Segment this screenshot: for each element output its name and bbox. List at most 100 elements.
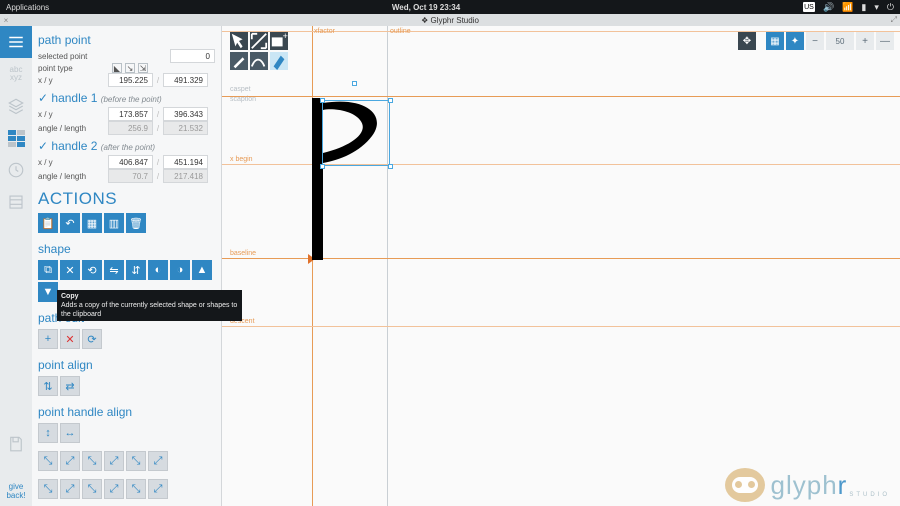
handle2-al-label: angle / length xyxy=(38,172,108,181)
pha-3[interactable]: ⤡ xyxy=(38,451,58,471)
layers-nav[interactable] xyxy=(0,90,32,122)
history-nav[interactable] xyxy=(0,154,32,186)
handle1-x-input[interactable]: 173.857 xyxy=(108,107,153,121)
tool-pen[interactable] xyxy=(230,52,248,70)
tool-newpath[interactable] xyxy=(250,52,268,70)
pointalign-h-button[interactable]: ⇄ xyxy=(60,376,80,396)
shape-header: shape xyxy=(38,242,215,256)
sel-handle-n[interactable] xyxy=(352,81,357,86)
glyphs-nav[interactable]: abcxyz xyxy=(0,58,32,90)
tooltip-title: Copy xyxy=(61,292,238,301)
pointalign-header: point align xyxy=(38,358,215,372)
pha-4[interactable]: ⤢ xyxy=(60,451,80,471)
sel-handle-ne[interactable] xyxy=(388,98,393,103)
canvas[interactable]: xfactor outline caspet scaption x begin … xyxy=(222,26,900,506)
os-clock: Wed, Oct 19 23:34 xyxy=(49,3,803,12)
zoom-in[interactable]: + xyxy=(856,32,874,50)
pointalign-v-button[interactable]: ⇅ xyxy=(38,376,58,396)
zoom-reset[interactable]: — xyxy=(876,32,894,50)
shape-rot1-button[interactable]: ◐ xyxy=(148,260,168,280)
handle2-x-input[interactable]: 406.847 xyxy=(108,155,153,169)
window-close-icon[interactable]: × xyxy=(0,16,12,25)
pha-9[interactable]: ⤡ xyxy=(38,479,58,499)
give-back-link[interactable]: give back! xyxy=(6,476,25,506)
pathedit-add-button[interactable]: + xyxy=(38,329,58,349)
volume-icon[interactable]: 🔊 xyxy=(823,2,834,13)
pha-2[interactable]: ↔ xyxy=(60,423,80,443)
handle2-length: 217.418 xyxy=(163,169,208,183)
handle1-checkbox[interactable]: ✓ xyxy=(38,91,48,105)
zoom-value[interactable]: 50 xyxy=(826,32,854,50)
handle2-checkbox[interactable]: ✓ xyxy=(38,139,48,153)
add-shape-button[interactable]: ▦ xyxy=(82,213,102,233)
pha-7[interactable]: ⤡ xyxy=(126,451,146,471)
power-icon[interactable]: ⏻ xyxy=(887,2,894,13)
pha-1[interactable]: ↕ xyxy=(38,423,58,443)
tool-resize[interactable] xyxy=(250,32,268,50)
handle2-xy-label: x / y xyxy=(38,158,108,167)
view-1to1[interactable]: ✦ xyxy=(786,32,804,50)
tooltip-body: Adds a copy of the currently selected sh… xyxy=(61,301,238,319)
tool-newrect[interactable]: + xyxy=(270,32,288,50)
save-nav[interactable] xyxy=(0,428,32,460)
handle2-y-input[interactable]: 451.194 xyxy=(163,155,208,169)
window-maximize-icon[interactable]: ⤢ xyxy=(888,15,900,25)
network-icon[interactable]: 📶 xyxy=(842,2,853,13)
undo-button[interactable]: ↶ xyxy=(60,213,80,233)
guides-nav[interactable] xyxy=(0,186,32,218)
pha-8[interactable]: ⤢ xyxy=(148,451,168,471)
pha-6[interactable]: ⤢ xyxy=(104,451,124,471)
applications-menu[interactable]: Applications xyxy=(6,3,49,12)
window-titlebar: × ❖ Glyphr Studio ⤢ xyxy=(0,14,900,26)
sel-handle-nw[interactable] xyxy=(320,98,325,103)
pha-12[interactable]: ⤢ xyxy=(104,479,124,499)
shape-front-button[interactable]: ▲ xyxy=(192,260,212,280)
sel-handle-sw[interactable] xyxy=(320,164,325,169)
paste-button[interactable]: 📋 xyxy=(38,213,58,233)
handle1-y-input[interactable]: 396.343 xyxy=(163,107,208,121)
attributes-panel: path point selected point 0 point type ◣… xyxy=(32,26,222,506)
pha-13[interactable]: ⤡ xyxy=(126,479,146,499)
menu-button[interactable] xyxy=(0,26,32,58)
tool-arrow[interactable] xyxy=(230,32,248,50)
add-component-button[interactable]: ▥ xyxy=(104,213,124,233)
pathpoint-header: path point xyxy=(38,33,215,47)
guide-outline: outline xyxy=(390,28,411,35)
pha-5[interactable]: ⤡ xyxy=(82,451,102,471)
view-pan[interactable]: ✥ xyxy=(738,32,756,50)
pha-11[interactable]: ⤡ xyxy=(82,479,102,499)
tool-pathedit[interactable] xyxy=(270,52,288,70)
guide-baseline: baseline xyxy=(230,250,256,257)
shape-delete-button[interactable]: ✕ xyxy=(60,260,80,280)
svg-text:+: + xyxy=(283,32,288,41)
pointtype-corner-icon[interactable]: ◣ xyxy=(112,63,122,73)
delete-button[interactable]: 🗑 xyxy=(126,213,146,233)
selection-box[interactable] xyxy=(322,100,390,166)
pointtype-symmetric-icon[interactable]: ⇲ xyxy=(138,63,148,73)
pathpoint-xy-label: x / y xyxy=(38,76,108,85)
pathedit-remove-button[interactable]: ✕ xyxy=(60,329,80,349)
pathedit-reset-button[interactable]: ⟳ xyxy=(82,329,102,349)
attributes-nav[interactable] xyxy=(0,122,32,154)
selected-point-value[interactable]: 0 xyxy=(170,49,215,63)
pointtype-label: point type xyxy=(38,64,108,73)
keyboard-layout-indicator[interactable]: US xyxy=(803,2,815,12)
battery-icon[interactable]: ▮ xyxy=(861,2,866,13)
sel-handle-se[interactable] xyxy=(388,164,393,169)
handle1-al-label: angle / length xyxy=(38,124,108,133)
shape-fliph-button[interactable]: ⇋ xyxy=(104,260,124,280)
zoom-out[interactable]: − xyxy=(806,32,824,50)
view-fit[interactable]: ▦ xyxy=(766,32,784,50)
shape-copy-button[interactable]: ⧉ xyxy=(38,260,58,280)
shape-reverse-button[interactable]: ⟲ xyxy=(82,260,102,280)
pha-14[interactable]: ⤢ xyxy=(148,479,168,499)
pathpoint-x-input[interactable]: 195.225 xyxy=(108,73,153,87)
pha-10[interactable]: ⤢ xyxy=(60,479,80,499)
shape-flipv-button[interactable]: ⇵ xyxy=(126,260,146,280)
shape-rot2-button[interactable]: ◑ xyxy=(170,260,190,280)
chevron-down-icon[interactable]: ▾ xyxy=(874,2,879,13)
pointtype-flat-icon[interactable]: ↘ xyxy=(125,63,135,73)
handle1-length: 21.532 xyxy=(163,121,208,135)
shape-back-button[interactable]: ▼ xyxy=(38,282,58,302)
pathpoint-y-input[interactable]: 491.329 xyxy=(163,73,208,87)
